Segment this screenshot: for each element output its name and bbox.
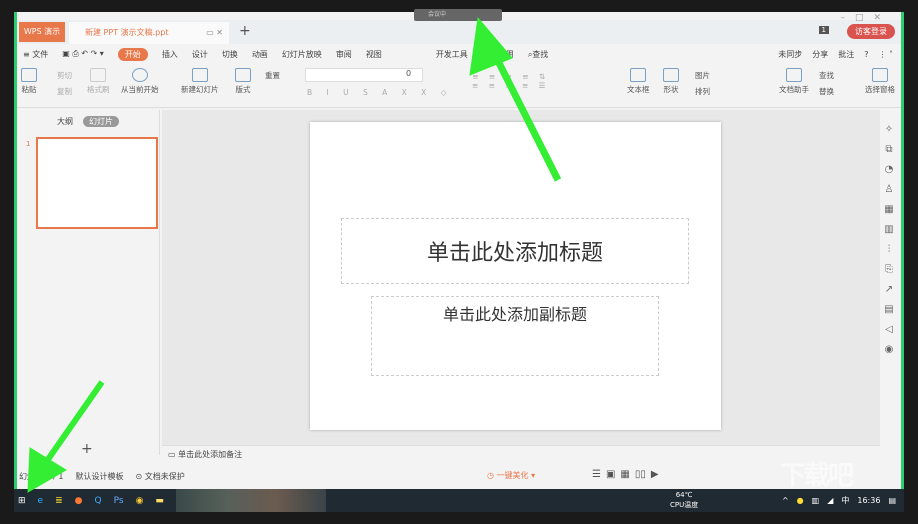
arrow-bottom (27, 380, 105, 493)
annotation-arrows (27, 16, 562, 493)
arrow-top (469, 16, 562, 182)
